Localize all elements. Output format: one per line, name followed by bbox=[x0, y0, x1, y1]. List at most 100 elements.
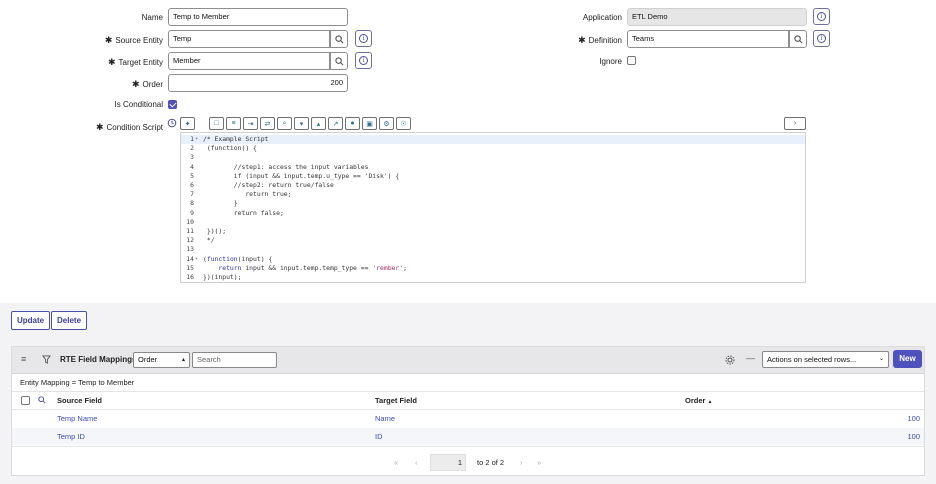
code-text: } bbox=[203, 199, 238, 208]
code-line[interactable]: 15 return input && input.temp.temp_type … bbox=[181, 264, 805, 273]
search-icon[interactable] bbox=[38, 396, 46, 404]
next-page-icon[interactable]: › bbox=[520, 458, 523, 467]
pagination-range: to 2 of 2 bbox=[477, 458, 505, 467]
source-entity-lookup-button[interactable] bbox=[330, 30, 348, 48]
order-field[interactable]: 200 bbox=[168, 74, 348, 92]
line-number: 2 bbox=[190, 144, 194, 153]
code-line[interactable]: 13 bbox=[181, 245, 805, 254]
name-field[interactable]: Temp to Member bbox=[168, 8, 348, 26]
collapse-icon[interactable]: — bbox=[746, 353, 755, 363]
save-icon[interactable]: ▣ bbox=[362, 117, 377, 130]
page-number-input[interactable]: 1 bbox=[430, 454, 466, 471]
select-all-checkbox[interactable] bbox=[21, 396, 30, 405]
search-input[interactable]: Search bbox=[192, 352, 277, 368]
hamburger-icon[interactable]: ≡ bbox=[21, 354, 26, 364]
line-number: 16 bbox=[186, 273, 194, 281]
help-icon[interactable]: ● bbox=[345, 117, 360, 130]
insert-icon[interactable]: ⇥ bbox=[243, 117, 258, 130]
syntax-icon[interactable]: ☉ bbox=[396, 117, 411, 130]
code-text: (function(input) { bbox=[203, 254, 273, 263]
source-entity-info-button[interactable]: i bbox=[355, 30, 372, 47]
expand-icon[interactable]: ↗ bbox=[328, 117, 343, 130]
toggle-icon[interactable]: ▾ bbox=[294, 117, 309, 130]
code-line[interactable]: 12 */ bbox=[181, 236, 805, 245]
gear-icon[interactable] bbox=[725, 355, 735, 365]
column-header-order[interactable]: Order ▲ bbox=[685, 396, 712, 405]
search-icon[interactable]: ⌕ bbox=[277, 117, 292, 130]
order-cell[interactable]: 100 bbox=[907, 428, 920, 445]
info-icon: i bbox=[817, 12, 826, 21]
filter-icon[interactable] bbox=[42, 355, 51, 364]
definition-info-button[interactable]: i bbox=[813, 30, 830, 47]
definition-field[interactable]: Teams bbox=[627, 30, 789, 48]
code-line[interactable]: 10 bbox=[181, 218, 805, 227]
target-field-cell[interactable]: ID bbox=[375, 428, 383, 445]
related-list-title[interactable]: RTE Field Mappings bbox=[60, 355, 136, 364]
last-page-icon[interactable]: » bbox=[537, 458, 541, 467]
code-line[interactable]: 14 ▾ (function(input) { bbox=[181, 255, 805, 264]
code-line[interactable]: 9 return false; bbox=[181, 209, 805, 218]
comment-icon[interactable]: □ bbox=[209, 117, 224, 130]
code-line[interactable]: 6 //step2: return true/false bbox=[181, 181, 805, 190]
search-field-select[interactable]: Order ▴ bbox=[133, 352, 190, 368]
script-assist-icon[interactable]: ✦ bbox=[180, 117, 195, 130]
format-icon[interactable]: ≡ bbox=[226, 117, 241, 130]
line-number: 3 bbox=[190, 153, 194, 162]
target-entity-info-button[interactable]: i bbox=[355, 52, 372, 69]
first-page-icon[interactable]: « bbox=[394, 458, 398, 467]
application-field: ETL Demo bbox=[627, 8, 807, 26]
code-line[interactable]: 3 bbox=[181, 153, 805, 162]
clock-icon[interactable] bbox=[167, 118, 177, 128]
source-field-cell[interactable]: Temp ID bbox=[57, 428, 85, 445]
code-line[interactable]: 1 ▾ /* Example Script bbox=[181, 135, 805, 145]
delete-button[interactable]: Delete bbox=[51, 311, 88, 330]
column-header-source-field[interactable]: Source Field bbox=[57, 396, 102, 405]
info-icon: i bbox=[817, 34, 826, 43]
code-line[interactable]: 16})(input); bbox=[181, 273, 805, 282]
replace-icon[interactable]: ⇄ bbox=[260, 117, 275, 130]
fold-arrow-icon[interactable]: ▾ bbox=[195, 255, 198, 264]
line-number: 9 bbox=[190, 208, 194, 217]
code-text: return input && input.temp.temp_type == … bbox=[218, 263, 407, 272]
order-cell[interactable]: 100 bbox=[907, 410, 920, 427]
actions-select[interactable]: Actions on selected rows... ⌄ bbox=[762, 351, 889, 368]
column-header-target-field[interactable]: Target Field bbox=[375, 396, 417, 405]
line-number: 14 bbox=[186, 254, 194, 263]
code-text: //step2: return true/false bbox=[203, 181, 334, 189]
fold-arrow-icon[interactable]: ▾ bbox=[195, 135, 198, 144]
line-number: 15 bbox=[186, 263, 194, 272]
expand-editor-button[interactable]: › bbox=[784, 117, 806, 130]
related-list-header: ≡ RTE Field Mappings Order ▴ Search — Act… bbox=[12, 347, 924, 374]
code-line[interactable]: 7 return true; bbox=[181, 190, 805, 199]
new-button[interactable]: New bbox=[893, 350, 922, 368]
breadcrumb[interactable]: Entity Mapping = Temp to Member bbox=[20, 378, 134, 387]
target-entity-label: ✱ Target Entity bbox=[107, 57, 163, 67]
is-conditional-label: Is Conditional bbox=[114, 100, 163, 109]
script-editor[interactable]: 1 ▾/* Example Script 2 (function() {3 4 //s… bbox=[180, 132, 806, 283]
code-line[interactable]: 8 } bbox=[181, 199, 805, 208]
code-text: if (input && input.temp.u_type == 'Disk'… bbox=[203, 171, 400, 180]
ignore-checkbox[interactable] bbox=[627, 56, 636, 65]
code-line[interactable]: 4 //step1: access the input variables bbox=[181, 163, 805, 172]
previous-page-icon[interactable]: ‹ bbox=[415, 458, 418, 467]
target-entity-lookup-button[interactable] bbox=[330, 52, 348, 70]
application-info-button[interactable]: i bbox=[813, 8, 830, 25]
code-line[interactable]: 5 if (input && input.temp.u_type == 'Dis… bbox=[181, 172, 805, 181]
definition-lookup-button[interactable] bbox=[789, 30, 807, 48]
name-label: Name bbox=[141, 13, 163, 22]
code-line[interactable]: 2 (function() { bbox=[181, 144, 805, 153]
target-field-cell[interactable]: Name bbox=[375, 410, 395, 427]
line-number: 1 bbox=[190, 135, 194, 143]
is-conditional-checkbox[interactable] bbox=[168, 100, 177, 109]
target-entity-field[interactable]: Member bbox=[168, 52, 330, 70]
code-line[interactable]: 11 })(); bbox=[181, 227, 805, 236]
snippet-icon[interactable]: ⚙ bbox=[379, 117, 394, 130]
code-text: */ bbox=[203, 236, 215, 245]
divider bbox=[12, 446, 924, 447]
update-button[interactable]: Update bbox=[11, 311, 51, 330]
editor-toolbar: ✦ □ ≡ ⇥ ⇄ ⌕ ▾ ▴ ↗ ● ▣ ⚙ ☉ bbox=[180, 117, 411, 130]
source-entity-field[interactable]: Temp bbox=[168, 30, 330, 48]
table-row: Temp Name Name 100 bbox=[12, 410, 924, 427]
fold-icon[interactable]: ▴ bbox=[311, 117, 326, 130]
source-field-cell[interactable]: Temp Name bbox=[57, 410, 97, 427]
